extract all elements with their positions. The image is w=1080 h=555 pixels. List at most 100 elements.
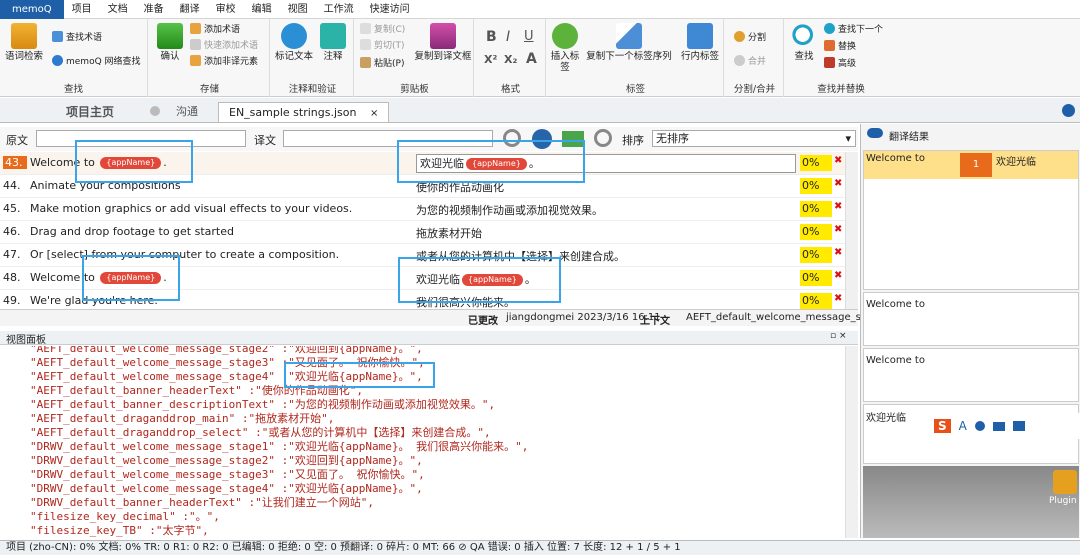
superscript-button[interactable]: X² bbox=[484, 53, 497, 66]
table-row[interactable]: 49. We're glad you're here. 我们很高兴你能来。 0%… bbox=[0, 290, 858, 309]
result-row-1[interactable]: Welcome to 1 欢迎光临 bbox=[864, 151, 1078, 179]
target-filter-input[interactable] bbox=[283, 130, 493, 147]
mark-text-button[interactable]: 标记文本 bbox=[274, 23, 314, 62]
copy-next-tag-button[interactable]: 复制下一个标签序列 bbox=[584, 23, 674, 62]
target-cell[interactable]: 我们很高兴你能来。 bbox=[416, 294, 515, 309]
target-cell[interactable]: 使你的作品动画化 bbox=[416, 179, 504, 195]
copy-to-target-button[interactable]: 复制到译文框 bbox=[414, 23, 472, 62]
ime-logo-icon[interactable]: S bbox=[934, 419, 951, 433]
source-cell[interactable]: Make motion graphics or add visual effec… bbox=[30, 202, 352, 215]
target-cell[interactable]: 拖放素材开始 bbox=[416, 225, 482, 241]
group-tags: 插入标签 复制下一个标签序列 行内标签 标签 bbox=[548, 19, 724, 97]
target-cell[interactable]: 为您的视频制作动画或添加视觉效果。 bbox=[416, 202, 603, 218]
confirm-button[interactable]: 确认 bbox=[154, 23, 186, 62]
help-icon[interactable] bbox=[1062, 104, 1075, 117]
ime-mic-icon[interactable] bbox=[974, 421, 985, 431]
source-filter-input[interactable] bbox=[36, 130, 246, 147]
concordance-button[interactable]: 语词检索 bbox=[4, 23, 44, 62]
pane-close-icon[interactable]: ▫ × bbox=[830, 331, 847, 341]
menu-view[interactable]: 视图 bbox=[280, 0, 316, 19]
table-row[interactable]: 47. Or [select] from your computer to cr… bbox=[0, 244, 858, 267]
menu-workflow[interactable]: 工作流 bbox=[316, 0, 362, 19]
menu-prepare[interactable]: 准备 bbox=[136, 0, 172, 19]
target-cell[interactable]: 或者从您的计算机中【选择】来创建合成。 bbox=[416, 248, 625, 264]
comment-button[interactable]: 注释 bbox=[316, 23, 350, 62]
match-percent: 0% bbox=[800, 155, 832, 171]
find-button[interactable]: 查找 bbox=[788, 23, 820, 62]
italic-button[interactable]: I bbox=[506, 29, 510, 45]
filter-add-icon[interactable] bbox=[562, 131, 584, 147]
quick-plus-icon bbox=[190, 39, 201, 50]
inline-tag[interactable]: {appName} bbox=[462, 274, 523, 286]
table-row[interactable]: 45. Make motion graphics or add visual e… bbox=[0, 198, 858, 221]
filter-search-icon[interactable] bbox=[503, 129, 521, 147]
advanced-button[interactable]: 高级 bbox=[824, 57, 856, 71]
view-pane-scrollbar[interactable] bbox=[845, 346, 858, 538]
result-target: 欢迎光临 bbox=[996, 157, 1036, 168]
sort-select[interactable]: 无排序 ▾ bbox=[652, 130, 856, 147]
group-label-find: 查找并替换 bbox=[817, 84, 865, 95]
inline-tag[interactable]: {appName} bbox=[466, 158, 527, 170]
plugin-icon[interactable] bbox=[1053, 470, 1077, 494]
video-preview: Plugin bbox=[863, 466, 1079, 538]
menu-project[interactable]: 项目 bbox=[64, 0, 100, 19]
ime-keyboard-icon[interactable] bbox=[992, 421, 1005, 431]
target-cell-active[interactable]: 欢迎光临 {appName}。 bbox=[416, 154, 796, 173]
target-cell[interactable]: 欢迎光临 {appName}。 bbox=[416, 271, 536, 287]
add-term-button[interactable]: 添加术语 bbox=[190, 23, 240, 37]
tab-communication[interactable]: 沟通 bbox=[166, 102, 208, 122]
table-row[interactable]: 44. Animate your compositions 使你的作品动画化 0… bbox=[0, 175, 858, 198]
menu-review[interactable]: 审校 bbox=[208, 0, 244, 19]
join-button[interactable]: 合并 bbox=[734, 55, 766, 69]
inline-tag[interactable]: {appName} bbox=[100, 272, 162, 284]
paste-button[interactable]: 粘贴(P) bbox=[360, 57, 404, 71]
source-cell[interactable]: Or [select] from your computer to create… bbox=[30, 248, 339, 261]
menu-translate[interactable]: 翻译 bbox=[172, 0, 208, 19]
insert-tag-button[interactable]: 插入标签 bbox=[550, 23, 580, 73]
replace-button[interactable]: 替换 bbox=[824, 40, 856, 54]
copy-button[interactable]: 复制(C) bbox=[360, 23, 405, 37]
source-cell[interactable]: We're glad you're here. bbox=[30, 294, 158, 307]
bold-button[interactable]: B bbox=[486, 29, 497, 45]
inline-tag[interactable]: {appName} bbox=[100, 157, 162, 169]
web-search-button[interactable]: memoQ 网络查找 bbox=[52, 55, 141, 69]
grid-scrollbar[interactable] bbox=[845, 152, 858, 309]
menu-document[interactable]: 文档 bbox=[100, 0, 136, 19]
split-button[interactable]: 分割 bbox=[734, 31, 766, 45]
cut-button[interactable]: 剪切(T) bbox=[360, 39, 405, 53]
source-cell[interactable]: Welcome to {appName}. bbox=[30, 271, 167, 284]
status-bar: 项目 (zho-CN): 0% 文档: 0% TR: 0 R1: 0 R2: 0… bbox=[0, 540, 1080, 555]
app-menu-button[interactable]: memoQ bbox=[0, 0, 64, 19]
tab-document[interactable]: EN_sample strings.json × bbox=[218, 102, 390, 122]
inline-tag-button[interactable]: 行内标签 bbox=[678, 23, 722, 62]
source-cell[interactable]: Welcome to {appName}. bbox=[30, 156, 167, 169]
ime-font-icon[interactable]: A bbox=[959, 419, 967, 433]
text-color-button[interactable]: A bbox=[526, 51, 537, 67]
match-percent: 0% bbox=[800, 201, 832, 217]
ime-skin-icon[interactable] bbox=[1012, 421, 1025, 431]
tab-close-icon[interactable]: × bbox=[370, 108, 378, 119]
view-pane[interactable]: "AEFT_default_welcome_message_stage2" :"… bbox=[0, 346, 845, 538]
menu-quick-access[interactable]: 快速访问 bbox=[362, 0, 418, 19]
filter-settings-icon[interactable] bbox=[532, 129, 552, 149]
add-nontranslatable-button[interactable]: 添加非译元素 bbox=[190, 55, 258, 69]
table-row[interactable]: 48. Welcome to {appName}. 欢迎光临 {appName}。… bbox=[0, 267, 858, 290]
table-row[interactable]: 43. Welcome to {appName}. 欢迎光临 {appName}。… bbox=[0, 152, 858, 175]
ime-toolbar[interactable]: S A bbox=[934, 413, 1080, 439]
segment-status-bar: 已更改 jiangdongmei 2023/3/16 16:11 上下文 AEF… bbox=[0, 309, 890, 327]
group-label-format: 格式 bbox=[500, 84, 520, 95]
magnifier-icon bbox=[791, 23, 817, 49]
source-cell[interactable]: Animate your compositions bbox=[30, 179, 181, 192]
filter-clear-icon[interactable] bbox=[594, 129, 612, 147]
menu-edit[interactable]: 编辑 bbox=[244, 0, 280, 19]
tab-project-home[interactable]: 项目主页 bbox=[30, 102, 150, 122]
find-next-button[interactable]: 查找下一个 bbox=[824, 23, 883, 37]
find-term-button[interactable]: 查找术语 bbox=[52, 31, 102, 45]
subscript-button[interactable]: X₂ bbox=[504, 53, 517, 66]
results-list[interactable]: Welcome to 1 欢迎光临 bbox=[863, 150, 1079, 290]
table-row[interactable]: 46. Drag and drop footage to get started… bbox=[0, 221, 858, 244]
underline-button[interactable]: U bbox=[524, 29, 534, 44]
result-source: Welcome to bbox=[866, 153, 925, 164]
quick-add-term-button[interactable]: 快速添加术语 bbox=[190, 39, 258, 53]
source-cell[interactable]: Drag and drop footage to get started bbox=[30, 225, 234, 238]
